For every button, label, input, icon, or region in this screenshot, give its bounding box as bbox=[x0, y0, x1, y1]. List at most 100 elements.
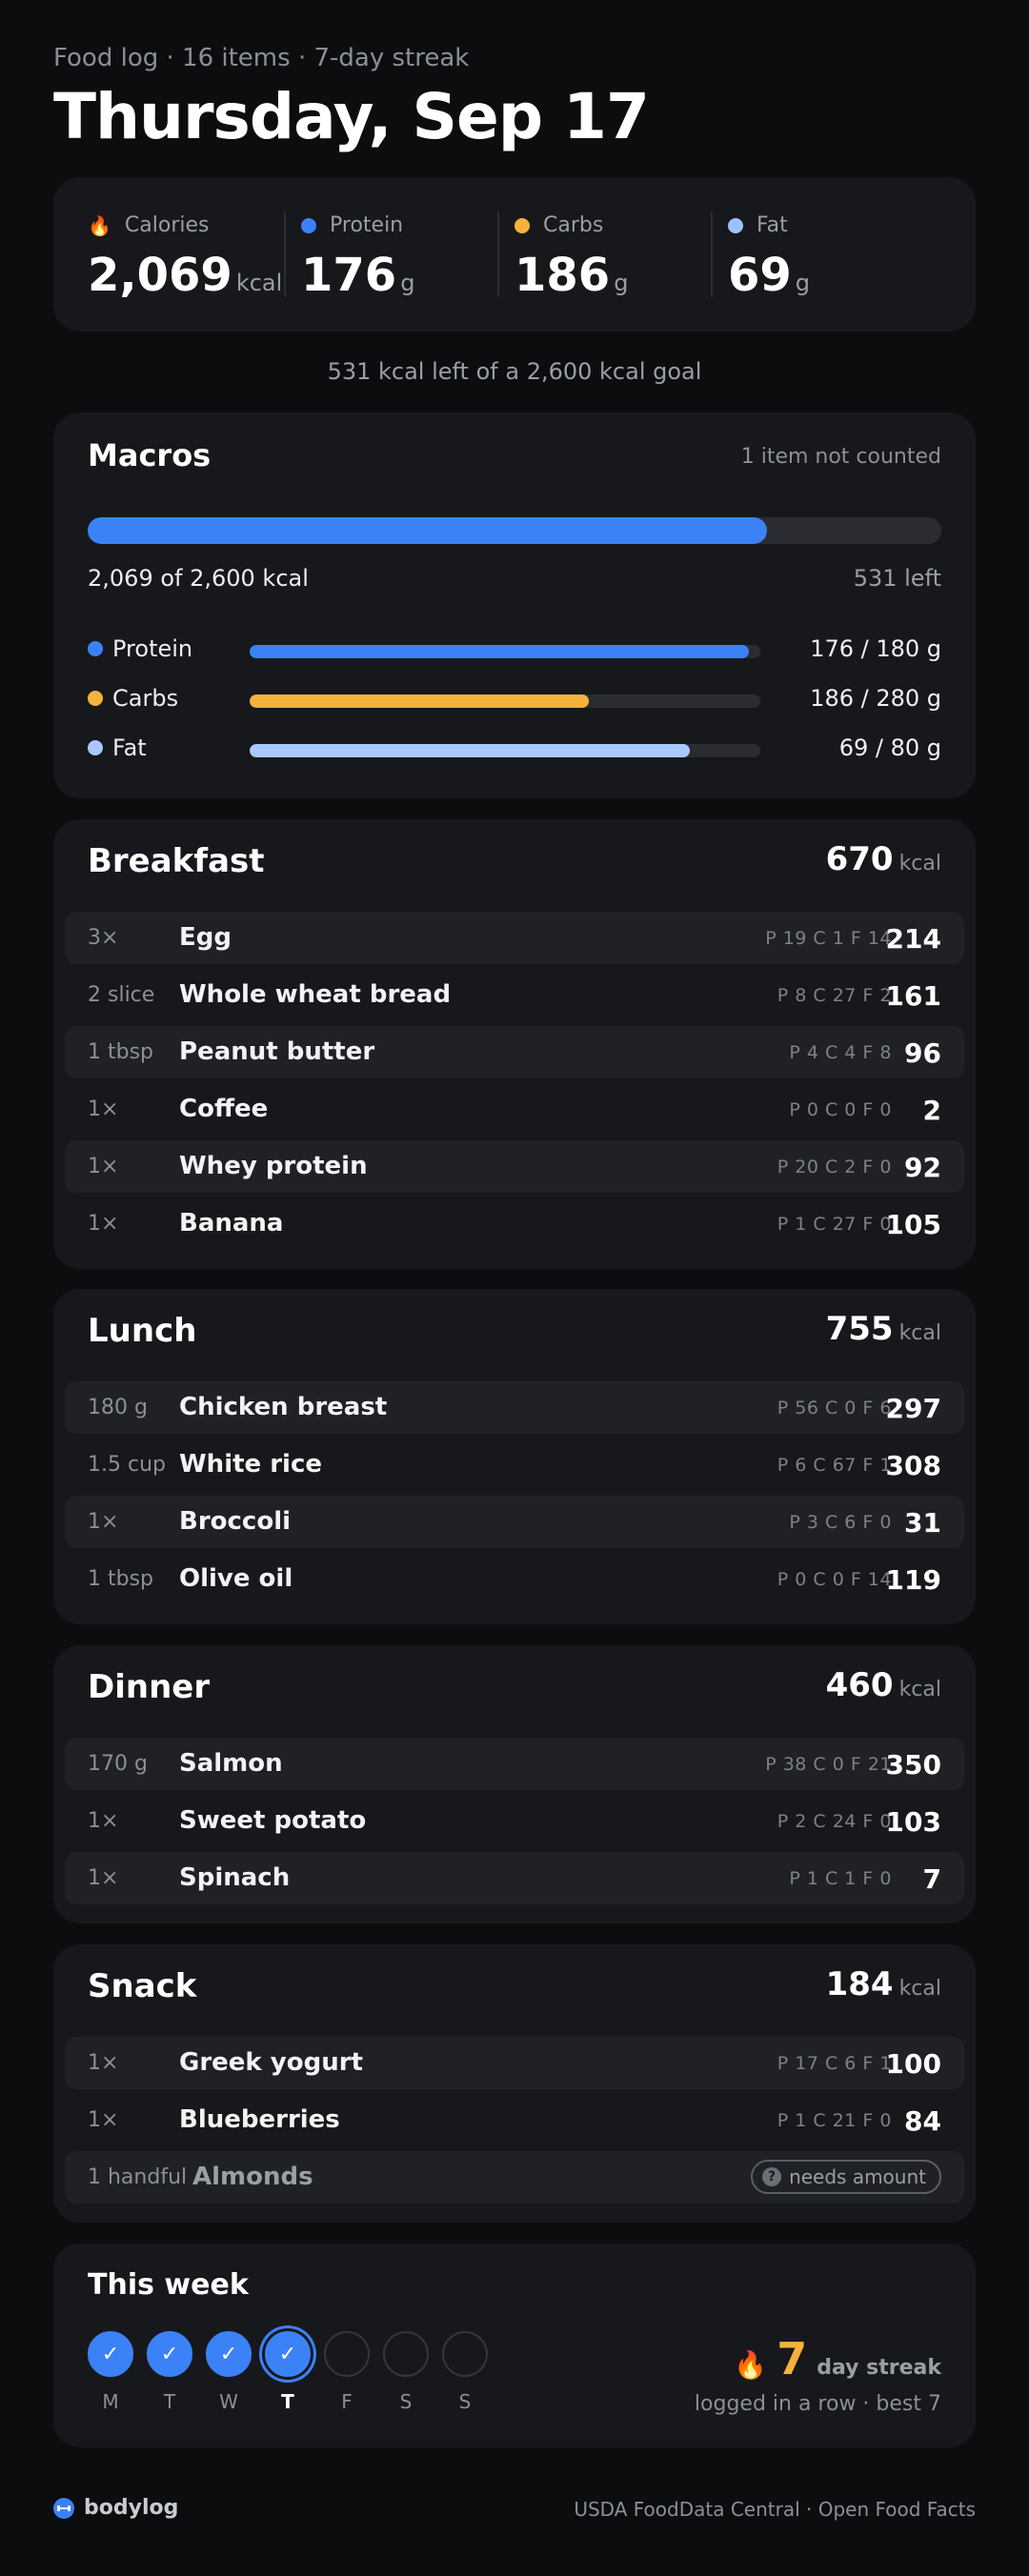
meal-title[interactable]: Breakfast bbox=[88, 842, 265, 880]
remaining-text: 531 kcal left of a 2,600 kcal goal bbox=[327, 358, 702, 385]
food-macros: P 38 C 0 F 21 bbox=[765, 1754, 892, 1775]
macro-label: Protein bbox=[112, 635, 193, 662]
needs-amount-label: needs amount bbox=[789, 2165, 926, 2188]
food-row[interactable]: 1× Greek yogurt P 17 C 6 F 1 100 bbox=[65, 2037, 964, 2089]
food-row[interactable]: 1 handful Almonds? needs amount bbox=[65, 2151, 964, 2204]
streak-subtext: logged in a row · best 7 bbox=[694, 2392, 941, 2416]
food-qty: 1× bbox=[88, 2051, 119, 2075]
empty-day-circle bbox=[324, 2331, 370, 2377]
calories-unit: kcal bbox=[235, 270, 283, 296]
food-name: Spinach bbox=[179, 1863, 291, 1892]
flame-icon: 🔥 bbox=[734, 2349, 768, 2381]
macro-value: 176 / 180 g bbox=[810, 635, 941, 662]
macros-card: Macros 1 item not counted 2,069 of 2,600… bbox=[53, 413, 976, 798]
day-wednesday[interactable]: ✓ W bbox=[206, 2331, 252, 2413]
food-name: Chicken breast bbox=[179, 1393, 388, 1421]
carbs-dot bbox=[88, 691, 103, 706]
day-sunday[interactable]: S bbox=[442, 2331, 488, 2413]
macro-row-fat: Fat 69 / 80 g bbox=[88, 733, 941, 767]
day-saturday[interactable]: S bbox=[383, 2331, 429, 2413]
day-tuesday[interactable]: ✓ T bbox=[147, 2331, 192, 2413]
food-row[interactable]: 1× Banana P 1 C 27 F 0 105 bbox=[65, 1197, 964, 1250]
day-label: T bbox=[281, 2390, 294, 2413]
food-row[interactable]: 3× Egg P 19 C 1 F 14 214 bbox=[65, 912, 964, 964]
protein-stat: Protein 176 g bbox=[301, 213, 415, 302]
food-row[interactable]: 1× Whey protein P 20 C 2 F 0 92 bbox=[65, 1140, 964, 1193]
meal-title[interactable]: Lunch bbox=[88, 1312, 196, 1350]
macro-progress-fill bbox=[250, 744, 691, 757]
food-row[interactable]: 1× Broccoli P 3 C 6 F 0 31 bbox=[65, 1496, 964, 1548]
food-row[interactable]: 1× Sweet potato P 2 C 24 F 0 103 bbox=[65, 1795, 964, 1847]
food-name: Broccoli bbox=[179, 1507, 292, 1536]
meal-title[interactable]: Dinner bbox=[88, 1668, 210, 1706]
food-qty: 3× bbox=[88, 926, 119, 950]
food-kcal: 84 bbox=[904, 2105, 941, 2137]
macro-row-protein: Protein 176 / 180 g bbox=[88, 634, 941, 668]
food-name: Greek yogurt bbox=[179, 2048, 363, 2077]
meal-kcal-unit: kcal bbox=[898, 852, 941, 875]
streak-counter: 🔥 7 day streak bbox=[734, 2333, 941, 2385]
header-subline: Food log · 16 items · 7-day streak bbox=[53, 44, 470, 72]
day-monday[interactable]: ✓ M bbox=[88, 2331, 133, 2413]
food-qty: 1 handful bbox=[88, 2165, 188, 2189]
food-row[interactable]: 1 tbsp Peanut butter P 4 C 4 F 8 96 bbox=[65, 1026, 964, 1078]
macros-title: Macros bbox=[88, 437, 212, 473]
food-row[interactable]: 1.5 cup White rice P 6 C 67 F 1 308 bbox=[65, 1439, 964, 1491]
food-row[interactable]: 1 tbsp Olive oil P 0 C 0 F 14 119 bbox=[65, 1553, 964, 1605]
food-row[interactable]: 2 slice Whole wheat bread P 8 C 27 F 2 161 bbox=[65, 969, 964, 1021]
food-name: Sweet potato bbox=[179, 1806, 367, 1835]
food-kcal: 31 bbox=[904, 1507, 941, 1539]
macros-note: 1 item not counted bbox=[740, 445, 941, 469]
protein-label: Protein bbox=[330, 213, 404, 237]
food-qty: 1× bbox=[88, 1155, 119, 1178]
divider bbox=[711, 211, 713, 297]
fat-label: Fat bbox=[757, 213, 788, 237]
day-label: W bbox=[219, 2390, 238, 2413]
food-kcal: 161 bbox=[885, 980, 941, 1012]
day-friday[interactable]: F bbox=[324, 2331, 370, 2413]
meal-kcal: 670 kcal bbox=[826, 840, 941, 878]
brand[interactable]: bodylog bbox=[53, 2496, 178, 2520]
food-kcal: 92 bbox=[904, 1152, 941, 1183]
protein-unit: g bbox=[400, 270, 415, 296]
streak-number: 7 bbox=[777, 2333, 808, 2385]
food-macros: P 1 C 27 F 0 bbox=[777, 1214, 892, 1235]
calories-label: Calories bbox=[124, 213, 210, 237]
food-row[interactable]: 180 g Chicken breast P 56 C 0 F 6 297 bbox=[65, 1381, 964, 1434]
macro-value: 186 / 280 g bbox=[810, 685, 941, 712]
food-qty: 1 tbsp bbox=[88, 1567, 154, 1591]
day-label: S bbox=[458, 2390, 472, 2413]
meal-kcal-value: 460 bbox=[825, 1666, 894, 1704]
food-name: Blueberries bbox=[179, 2105, 340, 2134]
food-kcal: 350 bbox=[885, 1749, 941, 1781]
food-qty: 1× bbox=[88, 1212, 119, 1236]
food-name: Almonds bbox=[192, 2163, 313, 2191]
food-row[interactable]: 1× Blueberries P 1 C 21 F 0 84 bbox=[65, 2094, 964, 2146]
meal-title[interactable]: Snack bbox=[88, 1967, 196, 2005]
macro-progress-bar bbox=[250, 694, 760, 708]
day-label: F bbox=[341, 2390, 353, 2413]
data-sources[interactable]: USDA FoodData Central · Open Food Facts bbox=[574, 2498, 976, 2521]
fat-dot bbox=[728, 217, 743, 233]
food-macros: P 1 C 21 F 0 bbox=[777, 2110, 892, 2131]
food-row[interactable]: 170 g Salmon P 38 C 0 F 21 350 bbox=[65, 1738, 964, 1790]
day-thursday[interactable]: ✓ T bbox=[265, 2331, 311, 2413]
food-macros: P 20 C 2 F 0 bbox=[777, 1157, 892, 1177]
calorie-progress-fill bbox=[88, 517, 768, 544]
check-icon: ✓ bbox=[206, 2331, 252, 2377]
meal-kcal-unit: kcal bbox=[898, 1977, 941, 2001]
food-qty: 1× bbox=[88, 1809, 119, 1833]
food-macros: P 17 C 6 F 1 bbox=[777, 2053, 892, 2074]
food-name: Peanut butter bbox=[179, 1037, 375, 1066]
fat-dot bbox=[88, 740, 103, 755]
logo-icon bbox=[53, 2497, 74, 2519]
food-name: Salmon bbox=[179, 1749, 283, 1778]
needs-amount-badge[interactable]: ? needs amount bbox=[751, 2160, 941, 2194]
question-icon: ? bbox=[762, 2167, 782, 2186]
protein-dot bbox=[301, 217, 316, 233]
food-row[interactable]: 1× Spinach P 1 C 1 F 0 7 bbox=[65, 1852, 964, 1904]
food-name: Egg bbox=[179, 923, 232, 952]
food-row[interactable]: 1× Coffee P 0 C 0 F 0 2 bbox=[65, 1083, 964, 1136]
carbs-stat: Carbs 186 g bbox=[514, 213, 628, 302]
meal-card-dinner: Dinner 460 kcal 170 g Salmon P 38 C 0 F 21 3… bbox=[53, 1645, 976, 1923]
